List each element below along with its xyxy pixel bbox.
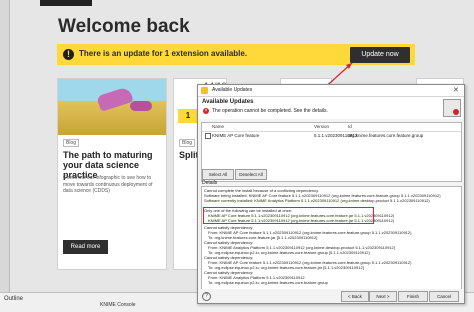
read-more-button[interactable]: Read more xyxy=(63,240,108,254)
close-icon[interactable]: ✕ xyxy=(453,86,459,94)
column-name-header[interactable]: Name xyxy=(212,124,224,129)
row-id: org.knime.features.core.feature.group xyxy=(348,133,424,138)
knime-logo xyxy=(40,0,240,10)
cancel-button[interactable]: Cancel xyxy=(429,291,459,302)
dialog-title: Available Updates xyxy=(212,87,253,93)
update-banner-text: There is an update for 1 extension avail… xyxy=(79,49,248,58)
deselect-all-button[interactable]: Deselect All xyxy=(235,169,267,180)
dialog-footer: ? < Back Next > Finish Cancel xyxy=(198,289,464,303)
dialog-heading: Available Updates xyxy=(202,99,254,105)
table-row[interactable]: KNIME AP Core feature 5.1.1.v20230911091… xyxy=(202,132,461,140)
select-all-button[interactable]: Select All xyxy=(202,169,234,180)
error-message: The operation cannot be completed. See t… xyxy=(212,108,328,114)
left-panel-rail xyxy=(0,0,10,311)
dialog-header: Available Updates × The operation cannot… xyxy=(199,97,463,119)
update-badge-icon xyxy=(443,99,461,117)
error-icon: × xyxy=(203,108,209,114)
column-version-header[interactable]: Version xyxy=(314,124,329,129)
back-button[interactable]: < Back xyxy=(341,291,369,302)
card-description: Check out our infographic to see how to … xyxy=(63,175,153,194)
card-image-sneakers xyxy=(58,79,166,135)
warning-icon: ! xyxy=(63,49,74,60)
card-tag: Blog xyxy=(179,139,196,147)
available-updates-dialog: Available Updates ✕ Available Updates × … xyxy=(197,84,465,304)
outline-tab[interactable]: Outline xyxy=(4,296,23,302)
card-badge: 1 xyxy=(178,109,198,123)
highlight-box xyxy=(203,207,374,224)
card-tag: Blog xyxy=(63,139,80,147)
knime-app-icon xyxy=(201,87,208,94)
row-checkbox[interactable] xyxy=(205,133,211,139)
dialog-titlebar: Available Updates ✕ xyxy=(198,85,464,97)
welcome-title: Welcome back xyxy=(58,16,190,37)
help-icon[interactable]: ? xyxy=(202,292,211,301)
console-tab[interactable]: KNIME Console xyxy=(100,302,136,308)
details-line: To: org.eclipse.equinox.p2.iu; org.knime… xyxy=(208,280,328,285)
finish-button[interactable]: Finish xyxy=(398,291,428,302)
blog-card-data-science[interactable]: Blog The path to maturing your data scie… xyxy=(57,78,167,270)
details-textarea[interactable]: Cannot complete the install because of a… xyxy=(201,186,462,290)
table-header: Name Version Id xyxy=(202,123,461,132)
next-button[interactable]: Next > xyxy=(369,291,397,302)
row-name: KNIME AP Core feature xyxy=(212,133,260,138)
column-id-header[interactable]: Id xyxy=(348,124,352,129)
update-now-button[interactable]: Update now xyxy=(350,47,410,63)
details-line: Software currently installed: KNIME Anal… xyxy=(204,198,430,203)
